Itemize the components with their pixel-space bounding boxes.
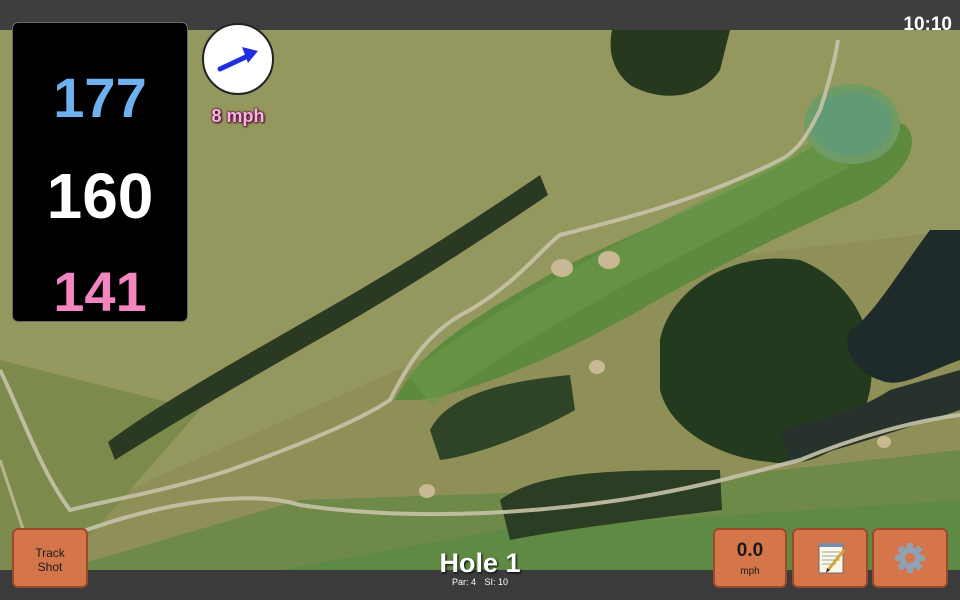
wind-speed-button[interactable]: 0.0 mph xyxy=(713,528,787,588)
notepad-icon xyxy=(818,543,846,574)
wind-button-value: 0.0 xyxy=(736,540,764,561)
wind-button-unit: mph xyxy=(740,566,760,577)
hole-par: Par: 4 xyxy=(451,577,476,587)
wind-direction-indicator xyxy=(202,23,274,95)
back-distance: 177 xyxy=(53,66,147,129)
track-shot-button[interactable]: Track Shot xyxy=(12,528,88,588)
notes-button[interactable] xyxy=(792,528,868,588)
center-distance: 160 xyxy=(46,160,154,232)
clock: 10:10 xyxy=(903,14,952,35)
wind-arrow-icon xyxy=(217,47,258,72)
hole-stroke-index: SI: 10 xyxy=(484,577,509,587)
front-distance: 141 xyxy=(53,260,147,323)
wind-speed-label: 8 mph xyxy=(211,106,265,126)
hole-details: Par: 4 SI: 10 xyxy=(380,577,580,587)
hole-title: Hole 1 xyxy=(439,548,521,578)
settings-button[interactable] xyxy=(872,528,948,588)
track-shot-label: Track Shot xyxy=(35,546,65,574)
gear-icon xyxy=(895,543,925,573)
distance-panel: 177 160 141 xyxy=(12,22,188,323)
